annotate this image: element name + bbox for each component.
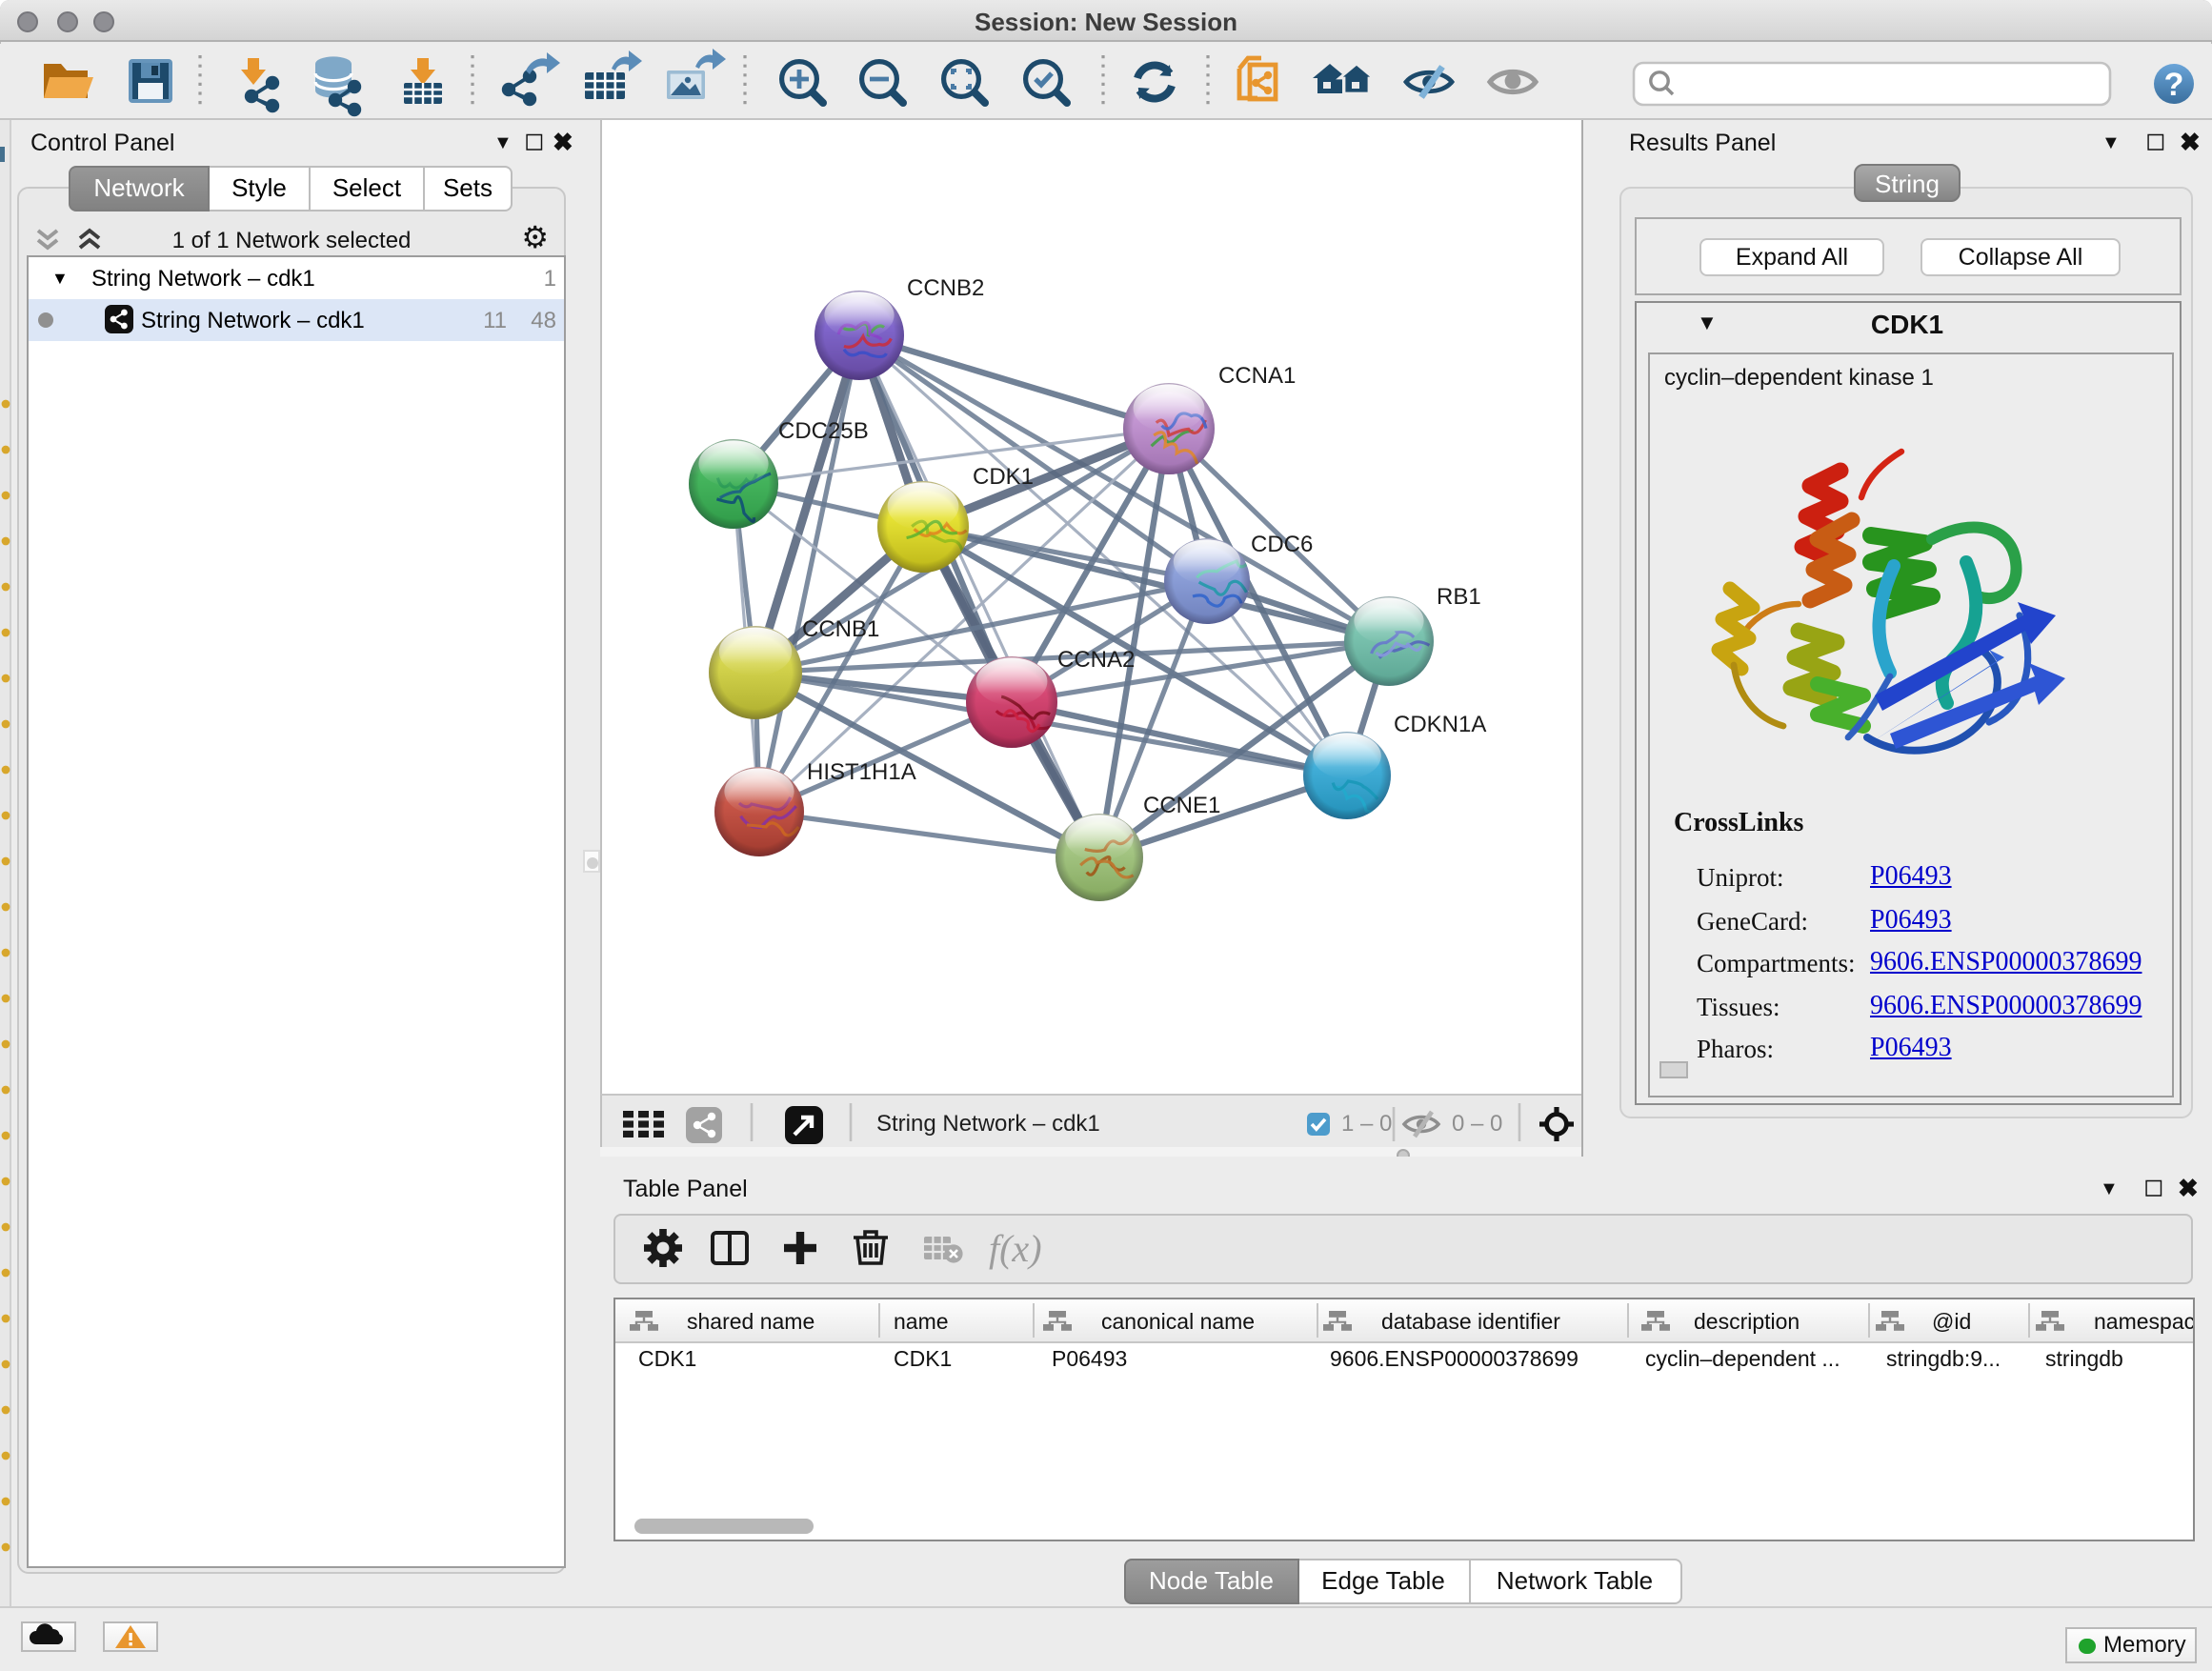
svg-text:?: ? [2164, 67, 2184, 103]
svg-text:CDKN1A: CDKN1A [1394, 712, 1486, 737]
svg-text:0 – 0: 0 – 0 [1452, 1111, 1502, 1137]
svg-text:HIST1H1A: HIST1H1A [807, 759, 916, 785]
svg-text:canonical name: canonical name [1101, 1309, 1255, 1334]
svg-text:namespace: namespace [2094, 1309, 2193, 1334]
svg-text:1 – 0: 1 – 0 [1341, 1111, 1392, 1137]
svg-text:shared name: shared name [687, 1309, 814, 1334]
svg-text:name: name [894, 1309, 949, 1334]
svg-text:String Network – cdk1: String Network – cdk1 [876, 1111, 1100, 1137]
svg-text:CDK1: CDK1 [973, 464, 1034, 490]
svg-text:f(x): f(x) [989, 1227, 1042, 1270]
svg-text:RB1: RB1 [1437, 584, 1481, 610]
svg-text:CCNA2: CCNA2 [1057, 647, 1135, 673]
svg-text:CDC25B: CDC25B [778, 418, 869, 444]
svg-text:@id: @id [1932, 1309, 1971, 1334]
svg-text:CCNE1: CCNE1 [1143, 793, 1220, 818]
svg-text:description: description [1694, 1309, 1800, 1334]
svg-text:CCNA1: CCNA1 [1218, 363, 1296, 389]
svg-text:CCNB2: CCNB2 [907, 275, 984, 301]
svg-text:CCNB1: CCNB1 [802, 616, 879, 642]
svg-text:CDC6: CDC6 [1251, 532, 1313, 557]
svg-text:database identifier: database identifier [1381, 1309, 1560, 1334]
